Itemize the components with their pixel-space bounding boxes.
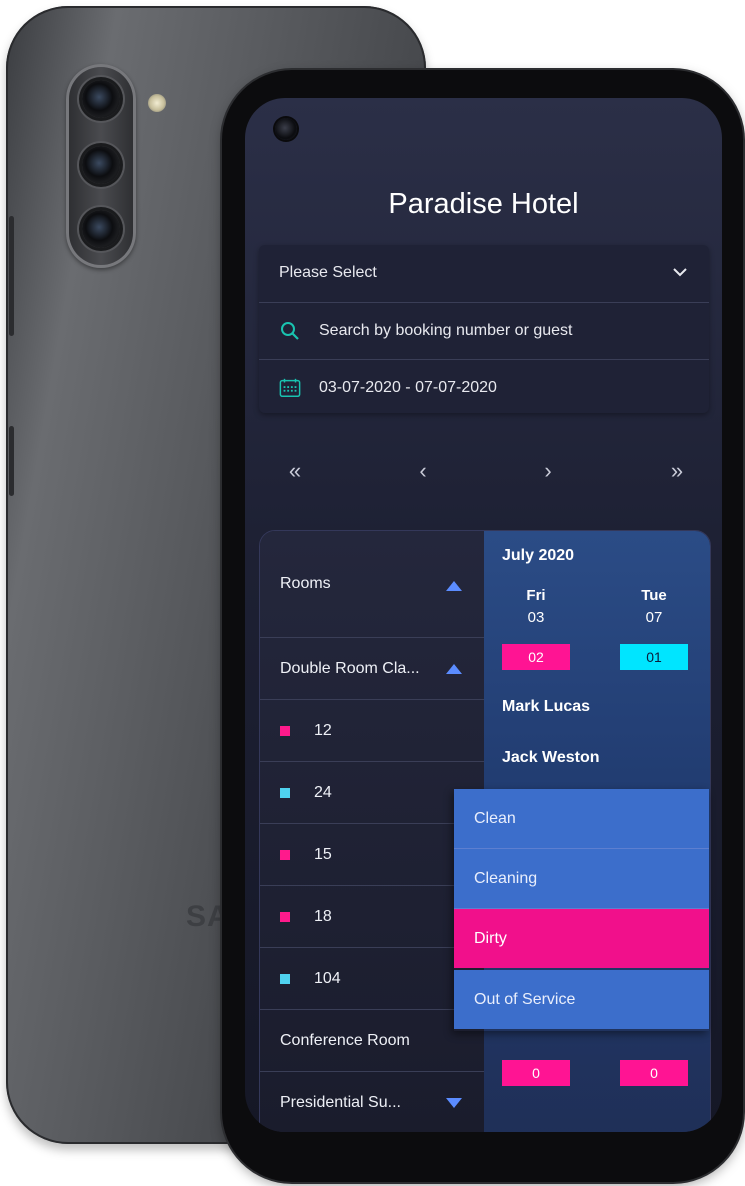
phone-screen: Paradise Hotel Please Select Search by b… [245,98,722,1132]
room-group-double[interactable]: Double Room Cla... [260,638,484,700]
room-row[interactable]: 104 [260,948,484,1010]
date-range-value: 03-07-2020 - 07-07-2020 [319,379,497,396]
status-option-label: Out of Service [474,990,576,1008]
availability-count[interactable]: 0 [620,1060,688,1086]
day-number: 03 [527,609,545,626]
availability-count[interactable]: 0 [502,1060,570,1086]
next-page-button[interactable]: › [528,458,568,484]
room-row[interactable]: 24 [260,762,484,824]
day-name: Fri [526,587,546,604]
rooms-header[interactable]: Rooms [260,531,484,638]
select-value: Please Select [279,264,377,281]
status-square-icon [280,849,290,860]
availability-count[interactable]: 01 [620,644,688,670]
camera-lens-icon [82,146,120,184]
room-group-conference[interactable]: Conference Room [260,1010,484,1072]
guest-name[interactable]: Mark Lucas [502,698,590,716]
status-square-icon [280,787,290,798]
room-row[interactable]: 15 [260,824,484,886]
room-group-label: Conference Room [280,1031,410,1049]
rear-camera-module [66,64,136,268]
collapse-triangle-icon[interactable] [446,581,462,591]
search-icon [279,320,301,342]
volume-button [9,216,14,336]
front-camera-icon [275,118,297,140]
room-number: 24 [314,783,332,801]
status-option-clean[interactable]: Clean [454,789,709,849]
room-number: 15 [314,845,332,863]
guest-name[interactable]: Jack Weston [502,749,600,767]
status-option-out-of-service[interactable]: Out of Service [454,970,709,1029]
rooms-header-label: Rooms [280,575,331,592]
prev-page-button[interactable]: ‹ [403,458,443,484]
app-title: Paradise Hotel [388,188,579,220]
status-option-dirty[interactable]: Dirty [454,909,709,968]
date-range-field[interactable]: 03-07-2020 - 07-07-2020 [259,359,709,416]
status-square-icon [280,725,290,736]
status-square-icon [280,973,290,984]
room-number: 18 [314,907,332,925]
last-page-button[interactable]: » [657,458,697,484]
status-option-label: Dirty [474,929,507,947]
status-menu: Clean Cleaning Dirty Out of Service [454,789,709,1031]
room-row[interactable]: 18 [260,886,484,948]
calendar-icon [279,377,301,399]
status-option-label: Cleaning [474,869,538,887]
camera-flash-icon [148,94,166,112]
status-option-cleaning[interactable]: Cleaning [454,849,709,909]
search-field[interactable]: Search by booking number or guest [259,302,709,359]
chevron-down-icon [673,268,687,277]
collapse-triangle-icon[interactable] [446,664,462,674]
filter-card: Please Select Search by booking number o… [259,245,709,413]
day-name: Tue [641,587,667,604]
camera-lens-icon [82,80,120,118]
camera-lens-icon [82,210,120,248]
room-group-label: Presidential Su... [280,1093,401,1111]
room-group-label: Double Room Cla... [280,659,420,677]
month-label: July 2020 [502,547,575,564]
search-input[interactable]: Search by booking number or guest [319,322,572,340]
room-row[interactable]: 12 [260,700,484,762]
day-number: 07 [645,609,663,626]
room-number: 12 [314,721,332,739]
availability-count[interactable]: 02 [502,644,570,670]
rooms-column: Rooms Double Room Cla... 12 24 15 18 104… [260,531,484,1132]
property-select[interactable]: Please Select [259,245,709,301]
room-number: 104 [314,969,341,987]
status-square-icon [280,911,290,922]
status-option-label: Clean [474,809,516,827]
power-button [9,426,14,496]
first-page-button[interactable]: « [275,458,315,484]
expand-triangle-icon[interactable] [446,1098,462,1108]
room-group-presidential[interactable]: Presidential Su... [260,1072,484,1132]
